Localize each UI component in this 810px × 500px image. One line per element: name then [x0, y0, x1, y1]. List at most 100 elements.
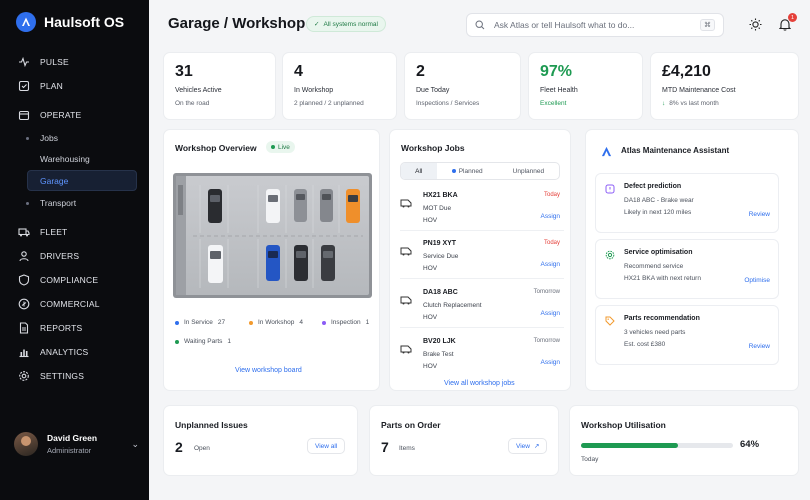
sidebar-subitem-transport[interactable]: Transport	[40, 198, 76, 208]
sun-icon	[749, 18, 761, 30]
legend-waiting-parts: Waiting Parts 1	[175, 338, 231, 345]
analytics-icon	[18, 346, 30, 358]
check-icon: ✓	[314, 21, 320, 28]
insight-title: Parts recommendation	[624, 315, 700, 322]
kpi-label: MTD Maintenance Cost	[662, 87, 736, 94]
card-title: Atlas Maintenance Assistant	[621, 146, 730, 155]
vehicle-marker[interactable]	[208, 189, 222, 223]
vehicle-marker[interactable]	[266, 189, 280, 223]
sidebar-item-commercial[interactable]: COMMERCIAL	[18, 298, 100, 310]
vehicle-marker[interactable]	[346, 189, 360, 223]
user-menu[interactable]: David Green Administrator ⌄	[14, 432, 139, 456]
legend-count: 1	[227, 338, 232, 345]
assign-button[interactable]: Assign	[540, 359, 560, 366]
tab-all[interactable]: All	[401, 163, 437, 179]
sub-dot-icon	[26, 137, 29, 140]
optimise-button[interactable]: Optimise	[744, 277, 770, 284]
sidebar-item-compliance[interactable]: COMPLIANCE	[18, 274, 98, 286]
sidebar-subitem-jobs[interactable]: Jobs	[40, 133, 58, 143]
theme-toggle-button[interactable]	[747, 16, 763, 32]
sidebar-subitem-warehousing[interactable]: Warehousing	[40, 154, 90, 164]
sidebar-item-plan[interactable]: PLAN	[18, 80, 63, 92]
tab-planned[interactable]: Planned	[437, 163, 498, 179]
assign-button[interactable]: Assign	[540, 261, 560, 268]
review-button[interactable]: Review	[749, 343, 770, 350]
view-all-button[interactable]: View all	[307, 438, 346, 454]
legend-label: Waiting Parts	[184, 338, 223, 345]
drivers-icon	[18, 250, 30, 262]
sidebar-item-drivers[interactable]: DRIVERS	[18, 250, 79, 262]
kpi-vehicles-active[interactable]: 31 Vehicles Active On the road	[163, 52, 276, 120]
tab-label: Planned	[458, 167, 483, 175]
kpi-value: £4,210	[662, 63, 711, 80]
job-filter-tabs: All Planned Unplanned	[400, 162, 560, 180]
atlas-assistant-card: Atlas Maintenance Assistant Defect predi…	[585, 129, 799, 391]
insight-defect-prediction[interactable]: Defect prediction DA18 ABC - Brake wear …	[595, 173, 779, 233]
utilisation-label: Today	[581, 456, 599, 463]
kpi-due-today[interactable]: 2 Due Today Inspections / Services	[404, 52, 521, 120]
insight-title: Service optimisation	[624, 249, 693, 256]
job-site: HOV	[423, 363, 438, 370]
vehicle-marker[interactable]	[208, 245, 223, 283]
job-row[interactable]: DA18 ABC Clutch Replacement HOV Tomorrow…	[400, 284, 564, 328]
unplanned-label: Open	[194, 445, 210, 452]
kpi-sub: On the road	[175, 100, 210, 107]
kpi-mtd-maintenance-cost[interactable]: £4,210 MTD Maintenance Cost ↓ 8% vs last…	[650, 52, 799, 120]
sidebar-item-label: COMPLIANCE	[40, 275, 99, 285]
search-bar[interactable]: ⌘	[466, 13, 724, 37]
vehicle-marker[interactable]	[321, 245, 335, 281]
planned-dot-icon	[451, 169, 456, 173]
view-workshop-board-link[interactable]: View workshop board	[235, 367, 302, 374]
vehicle-marker[interactable]	[266, 245, 280, 281]
review-button[interactable]: Review	[749, 211, 770, 218]
live-dot-icon	[271, 145, 275, 149]
sidebar-item-pulse[interactable]: PULSE	[18, 56, 69, 68]
search-input[interactable]	[494, 20, 691, 30]
job-row[interactable]: BV20 LJK Brake Test HOV Tomorrow Assign	[400, 333, 564, 377]
insight-service-optimisation[interactable]: Service optimisation Recommend service H…	[595, 239, 779, 299]
workshop-overview-card: Workshop Overview Live In Service 27 In …	[163, 129, 380, 391]
sidebar-item-analytics[interactable]: ANALYTICS	[18, 346, 88, 358]
van-icon	[400, 296, 412, 305]
sidebar-item-label: PULSE	[40, 57, 69, 67]
kpi-value: 4	[294, 63, 303, 80]
sidebar-item-reports[interactable]: REPORTS	[18, 322, 82, 334]
assign-button[interactable]: Assign	[540, 213, 560, 220]
job-description: Brake Test	[423, 351, 454, 358]
insight-parts-recommendation[interactable]: Parts recommendation 3 vehicles need par…	[595, 305, 779, 365]
page-title: Garage / Workshop	[168, 15, 306, 32]
sidebar-item-fleet[interactable]: FLEET	[18, 226, 67, 238]
assign-button[interactable]: Assign	[540, 310, 560, 317]
sidebar-item-settings[interactable]: SETTINGS	[18, 370, 84, 382]
unplanned-issues-card: Unplanned Issues 2 Open View all	[163, 405, 358, 476]
kpi-in-workshop[interactable]: 4 In Workshop 2 planned / 2 unplanned	[282, 52, 397, 120]
workshop-floor-plan[interactable]	[173, 173, 372, 298]
sidebar-item-label: OPERATE	[40, 110, 82, 120]
job-due: Tomorrow	[533, 289, 560, 295]
view-parts-button[interactable]: View ↗	[508, 438, 548, 454]
job-row[interactable]: HX21 BKA MOT Due HOV Today Assign	[400, 187, 564, 231]
view-all-jobs-link[interactable]: View all workshop jobs	[444, 380, 515, 387]
kpi-sub: ↓ 8% vs last month	[662, 100, 719, 107]
job-row[interactable]: PN19 XYT Service Due HOV Today Assign	[400, 235, 564, 279]
van-icon	[400, 247, 412, 256]
kpi-fleet-health[interactable]: 97% Fleet Health Excellent	[528, 52, 643, 120]
notifications-button[interactable]: 1	[777, 13, 797, 32]
shortcut-hint: ⌘	[700, 19, 715, 31]
vehicle-marker[interactable]	[294, 189, 307, 222]
insight-detail: DA18 ABC - Brake wear	[624, 197, 694, 204]
job-due: Today	[543, 192, 560, 198]
brand[interactable]: Haulsoft OS	[16, 12, 124, 32]
insight-detail: Likely in next 120 miles	[624, 209, 692, 216]
sidebar-item-operate[interactable]: OPERATE	[18, 109, 81, 121]
job-site: HOV	[423, 265, 438, 272]
tab-unplanned[interactable]: Unplanned	[498, 163, 559, 179]
vehicle-marker[interactable]	[294, 245, 308, 281]
vehicle-marker[interactable]	[320, 189, 333, 222]
live-badge: Live	[266, 141, 295, 153]
atlas-logo-icon	[601, 146, 612, 157]
job-registration: PN19 XYT	[423, 240, 457, 247]
job-description: Clutch Replacement	[423, 302, 482, 309]
sidebar-subitem-garage-label: Garage	[40, 176, 69, 186]
tag-icon	[605, 316, 615, 326]
